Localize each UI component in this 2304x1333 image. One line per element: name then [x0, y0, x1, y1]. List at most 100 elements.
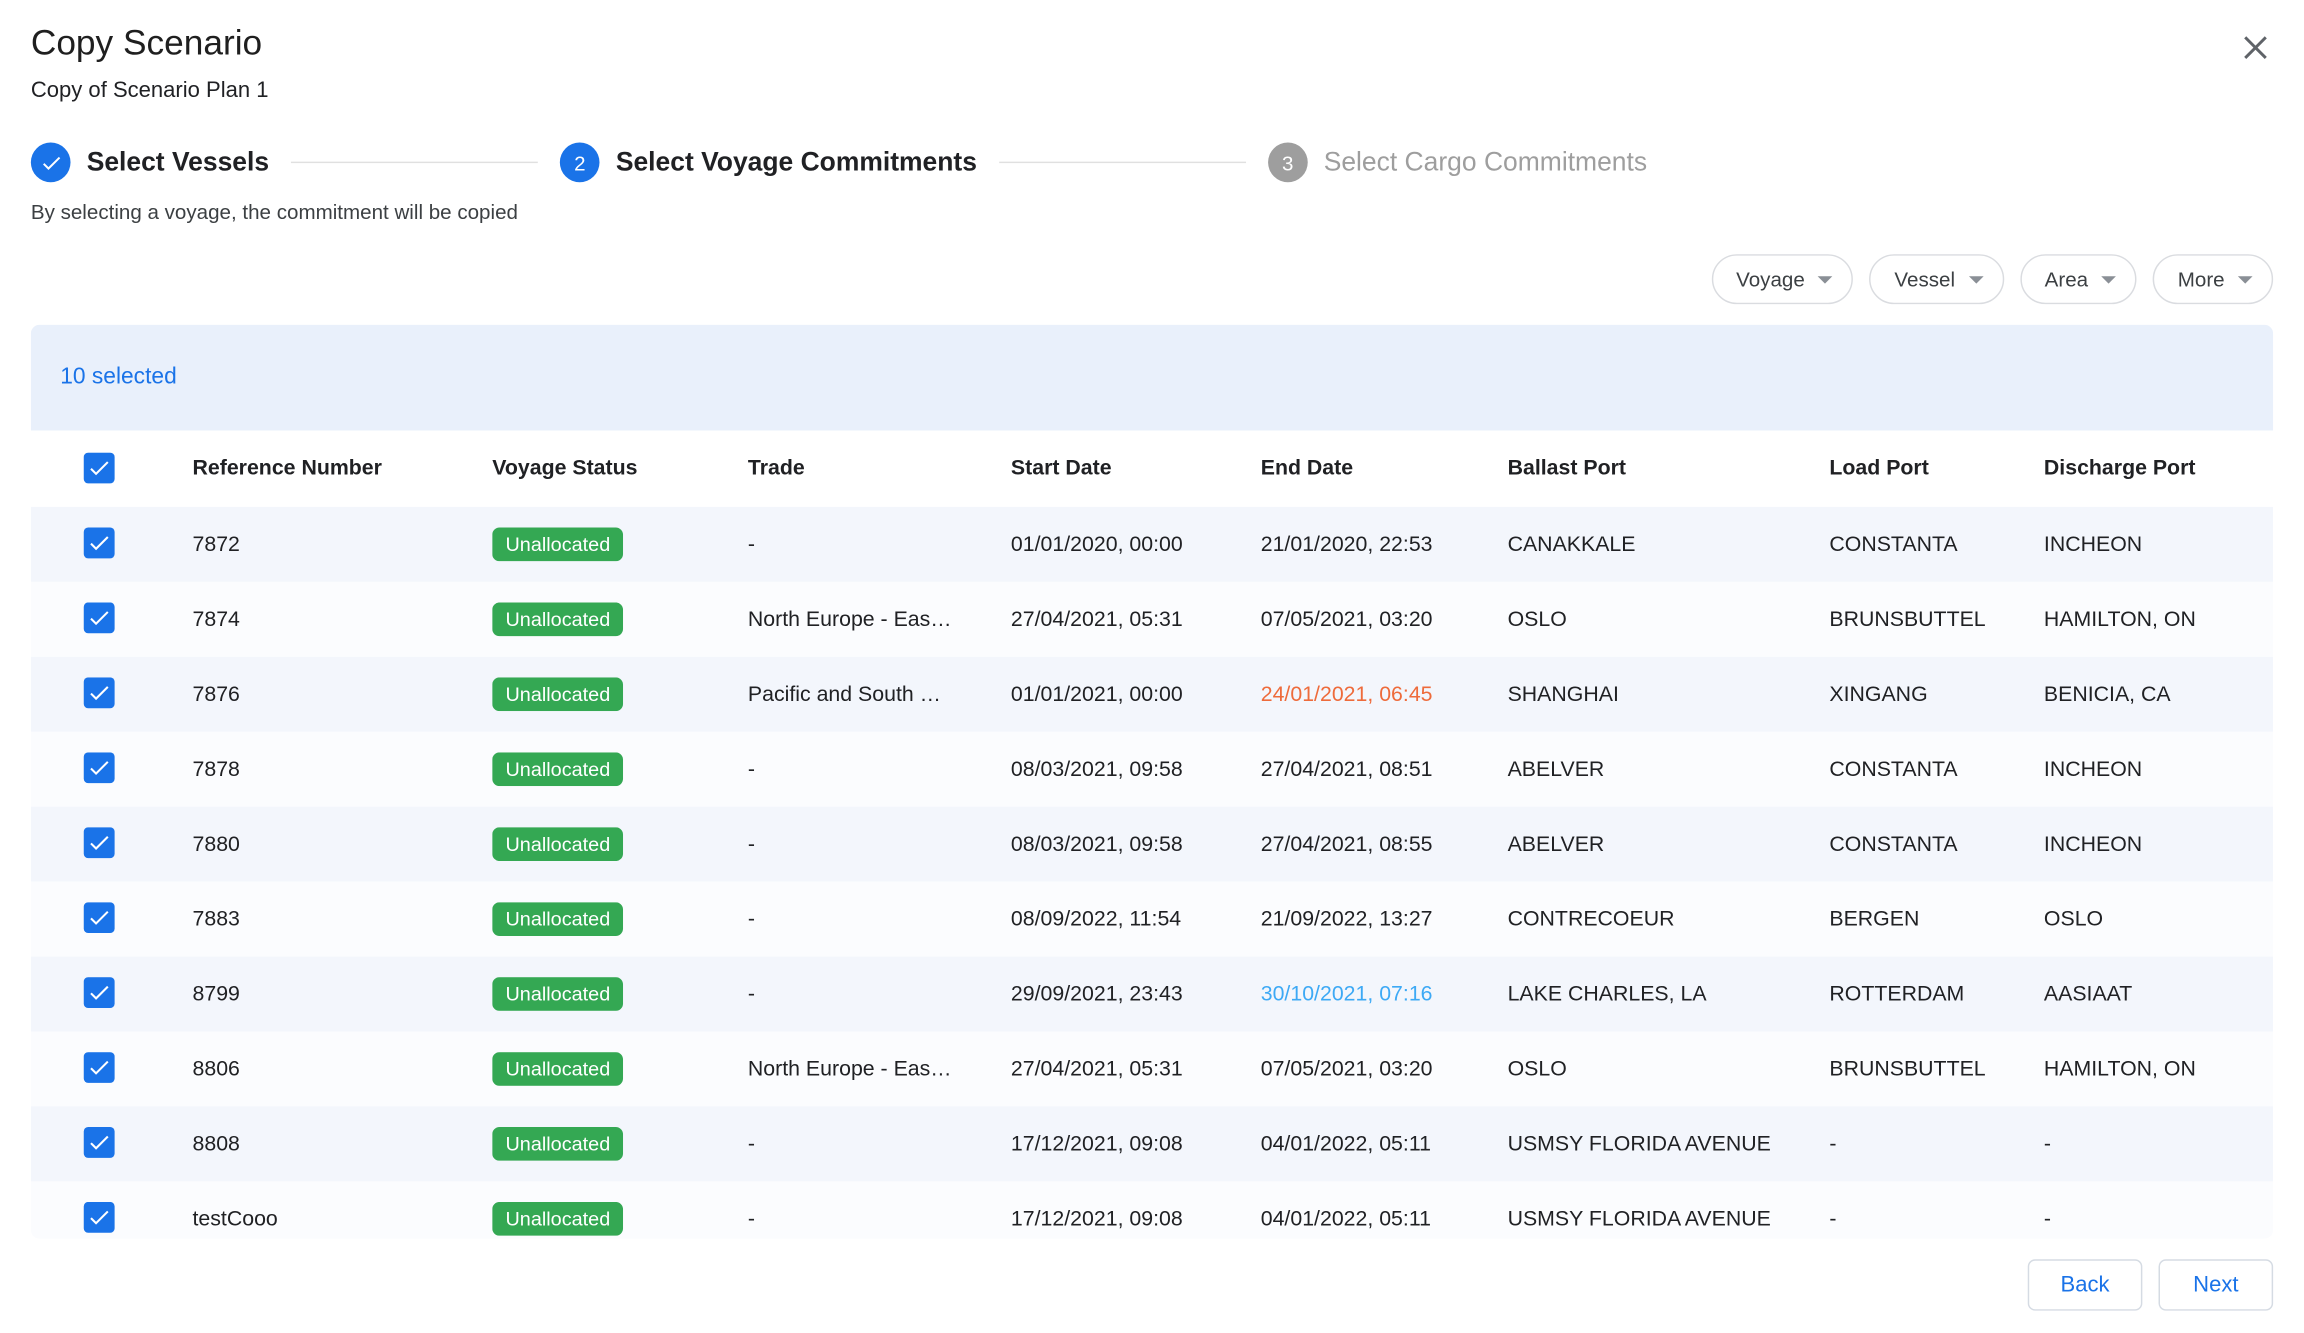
close-icon[interactable]: [2235, 25, 2276, 66]
filter-area-button[interactable]: Area: [2020, 254, 2137, 304]
cell-discharge-port: AASIAAT: [2044, 982, 2273, 1006]
chevron-down-icon: [1818, 276, 1833, 283]
step-select-voyage-commitments[interactable]: 2 Select Voyage Commitments: [560, 143, 977, 183]
table-row: 7872Unallocated-01/01/2020, 00:0021/01/2…: [31, 507, 2273, 582]
cell-load-port: BRUNSBUTTEL: [1829, 608, 2044, 632]
cell-ballast-port: USMSY FLORIDA AVENUE: [1508, 1207, 1830, 1231]
cell-discharge-port: INCHEON: [2044, 757, 2273, 781]
cell-end-date: 04/01/2022, 05:11: [1261, 1132, 1508, 1156]
cell-voyage-status: Unallocated: [492, 902, 748, 936]
row-checkbox-cell: [31, 977, 193, 1011]
cell-trade: Pacific and South …: [748, 683, 1011, 707]
cell-end-date: 04/01/2022, 05:11: [1261, 1207, 1508, 1231]
cell-end-date: 07/05/2021, 03:20: [1261, 608, 1508, 632]
row-checkbox[interactable]: [84, 1202, 115, 1233]
filter-more-button[interactable]: More: [2153, 254, 2273, 304]
table-row: 8808Unallocated-17/12/2021, 09:0804/01/2…: [31, 1106, 2273, 1181]
cell-discharge-port: HAMILTON, ON: [2044, 608, 2273, 632]
cell-end-date: 27/04/2021, 08:51: [1261, 757, 1508, 781]
chevron-down-icon: [2101, 276, 2116, 283]
column-header-start-date: Start Date: [1011, 457, 1261, 481]
row-checkbox[interactable]: [84, 528, 115, 559]
cell-reference-number: 8808: [192, 1132, 492, 1156]
cell-end-date: 27/04/2021, 08:55: [1261, 832, 1508, 856]
cell-ballast-port: ABELVER: [1508, 757, 1830, 781]
table-row: 7874UnallocatedNorth Europe - Eas…27/04/…: [31, 582, 2273, 657]
cell-load-port: BRUNSBUTTEL: [1829, 1057, 2044, 1081]
cell-voyage-status: Unallocated: [492, 602, 748, 636]
chevron-down-icon: [2238, 276, 2253, 283]
cell-trade: North Europe - Eas…: [748, 1057, 1011, 1081]
status-badge: Unallocated: [492, 602, 623, 636]
stepper: Select Vessels 2 Select Voyage Commitmen…: [0, 103, 2304, 182]
cell-ballast-port: OSLO: [1508, 1057, 1830, 1081]
status-badge: Unallocated: [492, 677, 623, 711]
status-badge: Unallocated: [492, 528, 623, 562]
cell-load-port: BERGEN: [1829, 907, 2044, 931]
filter-vessel-button[interactable]: Vessel: [1869, 254, 2003, 304]
selected-count: 10 selected: [60, 364, 176, 390]
row-checkbox[interactable]: [84, 602, 115, 633]
step-number: 2: [560, 143, 600, 183]
step-connector: [291, 162, 538, 163]
row-checkbox[interactable]: [84, 977, 115, 1008]
filter-label: More: [2178, 267, 2225, 291]
cell-end-date: 21/09/2022, 13:27: [1261, 907, 1508, 931]
cell-voyage-status: Unallocated: [492, 1202, 748, 1236]
select-all-checkbox[interactable]: [84, 452, 115, 483]
cell-trade: -: [748, 1132, 1011, 1156]
cell-load-port: CONSTANTA: [1829, 832, 2044, 856]
row-checkbox-cell: [31, 1202, 193, 1236]
cell-discharge-port: INCHEON: [2044, 533, 2273, 557]
cell-reference-number: 7872: [192, 533, 492, 557]
step-select-cargo-commitments[interactable]: 3 Select Cargo Commitments: [1268, 143, 1647, 183]
step-check-icon: [31, 143, 71, 183]
back-button[interactable]: Back: [2028, 1259, 2143, 1310]
cell-load-port: XINGANG: [1829, 683, 2044, 707]
status-badge: Unallocated: [492, 1052, 623, 1086]
row-checkbox[interactable]: [84, 1052, 115, 1083]
next-button[interactable]: Next: [2159, 1259, 2274, 1310]
table-row: testCoooUnallocated-17/12/2021, 09:0804/…: [31, 1181, 2273, 1238]
step-select-vessels[interactable]: Select Vessels: [31, 143, 269, 183]
cell-end-date: 07/05/2021, 03:20: [1261, 1057, 1508, 1081]
table-row: 8806UnallocatedNorth Europe - Eas…27/04/…: [31, 1032, 2273, 1107]
cell-ballast-port: SHANGHAI: [1508, 683, 1830, 707]
cell-load-port: -: [1829, 1132, 2044, 1156]
cell-reference-number: 7874: [192, 608, 492, 632]
row-checkbox[interactable]: [84, 752, 115, 783]
cell-discharge-port: HAMILTON, ON: [2044, 1057, 2273, 1081]
row-checkbox[interactable]: [84, 677, 115, 708]
cell-reference-number: 8799: [192, 982, 492, 1006]
status-badge: Unallocated: [492, 1127, 623, 1161]
modal-header: Copy Scenario Copy of Scenario Plan 1: [0, 0, 2304, 103]
row-checkbox-cell: [31, 1127, 193, 1161]
cell-start-date: 01/01/2020, 00:00: [1011, 533, 1261, 557]
row-checkbox[interactable]: [84, 902, 115, 933]
cell-trade: -: [748, 982, 1011, 1006]
modal-subtitle: Copy of Scenario Plan 1: [31, 78, 2273, 103]
selection-toolbar: 10 selected: [31, 325, 2273, 431]
cell-start-date: 27/04/2021, 05:31: [1011, 1057, 1261, 1081]
cell-ballast-port: USMSY FLORIDA AVENUE: [1508, 1132, 1830, 1156]
cell-discharge-port: -: [2044, 1132, 2273, 1156]
cell-start-date: 01/01/2021, 00:00: [1011, 683, 1261, 707]
cell-trade: -: [748, 533, 1011, 557]
column-header-trade: Trade: [748, 457, 1011, 481]
table-row: 7876Unallocated Pacific and South …01/01/…: [31, 657, 2273, 732]
row-checkbox-cell: [31, 602, 193, 636]
cell-load-port: -: [1829, 1207, 2044, 1231]
row-checkbox[interactable]: [84, 827, 115, 858]
column-header-reference-number: Reference Number: [192, 457, 492, 481]
modal-footer: Back Next: [0, 1239, 2304, 1311]
cell-ballast-port: LAKE CHARLES, LA: [1508, 982, 1830, 1006]
cell-ballast-port: CANAKKALE: [1508, 533, 1830, 557]
row-checkbox[interactable]: [84, 1127, 115, 1158]
filter-voyage-button[interactable]: Voyage: [1711, 254, 1853, 304]
column-header-discharge-port: Discharge Port: [2044, 457, 2273, 481]
cell-start-date: 27/04/2021, 05:31: [1011, 608, 1261, 632]
cell-reference-number: 7876: [192, 683, 492, 707]
cell-start-date: 29/09/2021, 23:43: [1011, 982, 1261, 1006]
cell-start-date: 08/03/2021, 09:58: [1011, 832, 1261, 856]
cell-voyage-status: Unallocated: [492, 977, 748, 1011]
